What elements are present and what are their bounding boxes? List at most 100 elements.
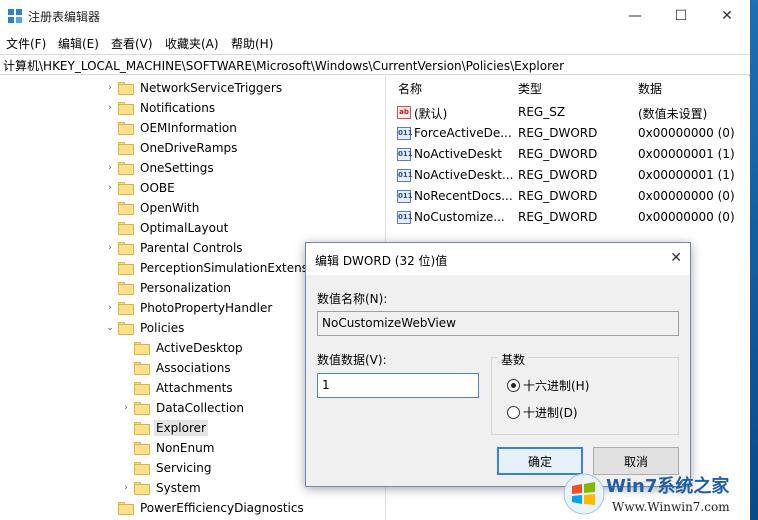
tree-item-label: Parental Controls (140, 241, 243, 255)
menu-edit[interactable]: 编辑(E) (58, 35, 99, 52)
tree-item[interactable]: OptimalLayout (104, 218, 230, 238)
tree-item[interactable]: ActiveDesktop (120, 338, 245, 358)
tree-item[interactable]: OpenWith (104, 198, 201, 218)
desktop-background (750, 0, 758, 520)
value-type: REG_DWORD (518, 126, 598, 140)
tree-item[interactable]: PowerEfficiencyDiagnostics (104, 498, 306, 518)
tree-item-label: PerceptionSimulationExtensio (140, 261, 319, 275)
base-label: 基数 (498, 351, 529, 368)
value-row[interactable]: 011 ForceActiveDe... REG_DWORD 0x00000000 (… (390, 123, 750, 144)
close-icon: ✕ (721, 8, 733, 24)
value-data: 0x00000000 (0) (638, 189, 735, 203)
menu-file[interactable]: 文件(F) (6, 35, 46, 52)
address-bar[interactable]: 计算机\HKEY_LOCAL_MACHINE\SOFTWARE\Microsof… (0, 54, 750, 75)
expand-arrow-icon[interactable]: › (104, 243, 116, 253)
value-row[interactable]: 011 NoActiveDeskt... REG_DWORD 0x00000001 (… (390, 165, 750, 186)
tree-item[interactable]: › Parental Controls (104, 238, 245, 258)
tree-item[interactable]: Servicing (120, 458, 214, 478)
string-value-icon: ab (397, 106, 411, 119)
tree-item[interactable]: Associations (120, 358, 233, 378)
tree-item[interactable]: › Notifications (104, 98, 217, 118)
menu-help[interactable]: 帮助(H) (231, 35, 273, 52)
folder-icon (118, 101, 134, 115)
value-data-field[interactable]: 1 (317, 373, 479, 398)
tree-item[interactable]: › OneSettings (104, 158, 216, 178)
tree-item[interactable]: NonEnum (120, 438, 216, 458)
tree-item-label: PowerEfficiencyDiagnostics (140, 501, 304, 515)
binary-value-icon: 011 (397, 127, 413, 140)
expand-arrow-icon[interactable]: › (104, 303, 116, 313)
folder-icon (118, 501, 134, 515)
value-name: NoRecentDocs... (414, 189, 513, 203)
column-header-data[interactable]: 数据 (638, 80, 662, 97)
menu-bar: 文件(F) 编辑(E) 查看(V) 收藏夹(A) 帮助(H) (0, 32, 750, 54)
tree-item-label: OptimalLayout (140, 221, 229, 235)
watermark: Win7系统之家 Www.Winwin7.com (562, 470, 752, 518)
tree-item[interactable]: › NetworkServiceTriggers (104, 78, 284, 98)
tree-item[interactable]: OEMInformation (104, 118, 239, 138)
close-button[interactable]: ✕ (704, 0, 750, 32)
dialog-title-bar[interactable]: 编辑 DWORD (32 位)值 ✕ (306, 243, 690, 275)
maximize-icon: ☐ (674, 8, 688, 24)
column-header-name[interactable]: 名称 (398, 80, 422, 97)
tree-item[interactable]: Explorer (120, 418, 208, 438)
dec-radio[interactable]: 十进制(D) (507, 404, 578, 421)
folder-icon (118, 181, 134, 195)
expand-arrow-icon[interactable]: › (104, 183, 116, 193)
tree-item[interactable]: › PhotoPropertyHandler (104, 298, 274, 318)
folder-icon (118, 321, 134, 335)
expand-arrow-icon[interactable]: › (104, 103, 116, 113)
tree-item[interactable]: Personalization (104, 278, 233, 298)
value-name-label: 数值名称(N): (317, 292, 388, 306)
tree-item-label: OneSettings (140, 161, 214, 175)
tree-item-label: ActiveDesktop (156, 341, 243, 355)
regedit-app-icon (8, 9, 22, 23)
edit-dword-dialog: 编辑 DWORD (32 位)值 ✕ 数值名称(N): NoCustomizeW… (305, 242, 691, 487)
value-type: REG_DWORD (518, 210, 598, 224)
dialog-close-icon[interactable]: ✕ (670, 250, 682, 266)
expand-arrow-icon[interactable]: › (104, 163, 116, 173)
expand-arrow-icon[interactable]: › (120, 403, 132, 413)
expand-arrow-icon[interactable]: › (104, 83, 116, 93)
hex-radio[interactable]: 十六进制(H) (507, 377, 589, 394)
value-name: NoCustomize... (414, 210, 505, 224)
tree-item[interactable]: › System (120, 478, 203, 498)
value-data: (数值未设置) (638, 107, 708, 121)
minimize-icon: — (628, 8, 642, 24)
tree-item-label: Servicing (156, 461, 212, 475)
value-row[interactable]: 011 NoActiveDeskt REG_DWORD 0x00000001 (1) (390, 144, 750, 165)
tree-item[interactable]: › OOBE (104, 178, 177, 198)
maximize-button[interactable]: ☐ (658, 0, 704, 32)
minimize-button[interactable]: — (612, 0, 658, 32)
folder-icon (134, 441, 150, 455)
value-name-field[interactable]: NoCustomizeWebView (317, 311, 679, 336)
binary-value-icon: 011 (397, 169, 413, 182)
watermark-url: Www.Winwin7.com (612, 500, 730, 514)
tree-item[interactable]: Attachments (120, 378, 235, 398)
folder-icon (134, 461, 150, 475)
collapse-arrow-icon[interactable]: ⌄ (104, 323, 116, 333)
tree-item-label: NonEnum (156, 441, 215, 455)
tree-item-label: Policies (140, 321, 185, 335)
dec-radio-label: 十进制(D) (523, 406, 578, 420)
binary-value-icon: 011 (397, 190, 413, 203)
tree-item-label: Explorer (154, 420, 208, 436)
menu-favorites[interactable]: 收藏夹(A) (165, 35, 219, 52)
value-row[interactable]: 011 NoRecentDocs... REG_DWORD 0x00000000 (0… (390, 186, 750, 207)
tree-item-label: OpenWith (140, 201, 200, 215)
folder-icon (118, 301, 134, 315)
value-type: REG_DWORD (518, 189, 598, 203)
title-bar[interactable]: 注册表编辑器 — ☐ ✕ (0, 0, 750, 32)
value-row[interactable]: ab (默认) REG_SZ (数值未设置) (390, 102, 750, 123)
windows-logo-icon (563, 473, 605, 515)
folder-icon (118, 261, 134, 275)
tree-item[interactable]: OneDriveRamps (104, 138, 239, 158)
binary-value-icon: 011 (397, 211, 413, 224)
column-header-type[interactable]: 类型 (518, 80, 542, 97)
tree-item[interactable]: ⌄ Policies (104, 318, 186, 338)
tree-item[interactable]: PerceptionSimulationExtensio (104, 258, 321, 278)
expand-arrow-icon[interactable]: › (120, 483, 132, 493)
value-row[interactable]: 011 NoCustomize... REG_DWORD 0x00000000 (0) (390, 207, 750, 228)
menu-view[interactable]: 查看(V) (111, 35, 153, 52)
tree-item[interactable]: › DataCollection (120, 398, 246, 418)
